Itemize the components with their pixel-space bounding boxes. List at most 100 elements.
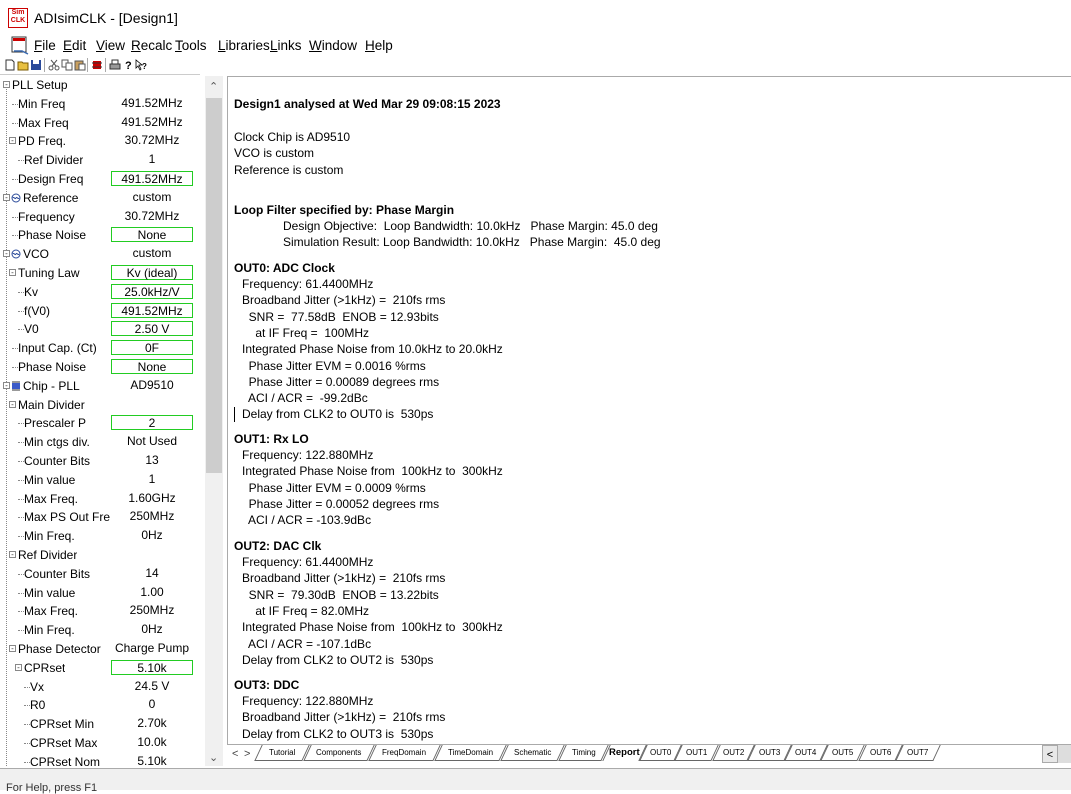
tree-row-max-freq[interactable]: Max Freq. 250MHz: [0, 602, 205, 621]
menu-links[interactable]: Links: [270, 38, 302, 53]
tree-row-min-value[interactable]: Min value 1: [0, 471, 205, 490]
menu-help[interactable]: Help: [365, 38, 393, 53]
report-line: ACI / ACR = -107.1dBc: [242, 636, 372, 651]
tree-row-min-freq[interactable]: Min Freq. 0Hz: [0, 527, 205, 546]
tree-row-max-freq[interactable]: Max Freq 491.52MHz: [0, 114, 205, 133]
tab-next-icon[interactable]: >: [244, 748, 250, 760]
editable-value-field[interactable]: None: [111, 359, 193, 374]
tree-row-cprset-min[interactable]: CPRset Min 2.70k: [0, 715, 205, 734]
tab-tutorial[interactable]: Tutorial: [254, 745, 310, 761]
menu-tools[interactable]: Tools: [175, 38, 207, 53]
tree-label: Chip - PLL: [23, 378, 80, 393]
cut-icon[interactable]: [48, 59, 60, 71]
tab-timing[interactable]: Timing: [558, 745, 609, 761]
collapse-icon[interactable]: -: [3, 81, 10, 89]
collapse-icon[interactable]: -: [3, 381, 10, 389]
save-icon[interactable]: [30, 59, 42, 71]
tree-vertical-scrollbar[interactable]: ⌃ ⌄: [205, 76, 223, 766]
menu-view[interactable]: View: [96, 38, 125, 53]
tab-schematic[interactable]: Schematic: [500, 745, 565, 761]
tree-row-r0[interactable]: R0 0: [0, 696, 205, 715]
tree-row-vx[interactable]: Vx 24.5 V: [0, 678, 205, 697]
tree-row-ref-divider[interactable]: Ref Divider 1: [0, 151, 205, 170]
tree-row-kv[interactable]: Kv 25.0kHz/V: [0, 283, 205, 302]
tree-row-prescaler-p[interactable]: Prescaler P 2: [0, 414, 205, 433]
editable-value-field[interactable]: 5.10k: [111, 659, 193, 675]
collapse-icon[interactable]: -: [9, 551, 16, 559]
chip-icon[interactable]: [91, 59, 103, 71]
editable-value-field[interactable]: 2: [111, 415, 193, 431]
menu-libraries[interactable]: Libraries: [218, 38, 270, 53]
context-help-icon[interactable]: ?: [135, 59, 147, 71]
print-icon[interactable]: [109, 59, 121, 71]
tree-row-input-cap-ct[interactable]: Input Cap. (Ct) 0F: [0, 339, 205, 358]
tree-row-cprset-nom[interactable]: CPRset Nom 5.10k: [0, 753, 205, 766]
tree-row-pll-setup[interactable]: - PLL Setup: [0, 76, 205, 95]
tree-row-cprset-max[interactable]: CPRset Max 10.0k: [0, 734, 205, 753]
tree-row-min-freq[interactable]: Min Freq 491.52MHz: [0, 95, 205, 114]
editable-value-field[interactable]: None: [111, 227, 193, 243]
tree-row-frequency[interactable]: Frequency 30.72MHz: [0, 208, 205, 227]
tree-row-min-freq[interactable]: Min Freq. 0Hz: [0, 621, 205, 640]
tree-row-phase-noise[interactable]: Phase Noise None: [0, 358, 205, 377]
scrollbar-thumb[interactable]: [206, 98, 222, 473]
collapse-icon[interactable]: -: [9, 269, 16, 277]
new-icon[interactable]: [4, 59, 16, 71]
tree-row-counter-bits[interactable]: Counter Bits 13: [0, 452, 205, 471]
help-icon[interactable]: ?: [122, 59, 134, 71]
menu-window[interactable]: Window: [309, 38, 357, 53]
tree-row-v0[interactable]: V0 2.50 V: [0, 320, 205, 339]
tab-freqdomain[interactable]: FreqDomain: [368, 745, 441, 761]
tree-label: CPRset Max: [30, 736, 98, 750]
editable-value-field[interactable]: Kv (ideal): [111, 265, 193, 280]
tab-out7[interactable]: OUT7: [895, 745, 941, 761]
menu-file[interactable]: File: [34, 38, 56, 53]
tree-row-min-value[interactable]: Min value 1.00: [0, 584, 205, 603]
tree-row-tuning-law[interactable]: - Tuning Law Kv (ideal): [0, 264, 205, 283]
tree-row-main-divider[interactable]: - Main Divider: [0, 396, 205, 415]
horizontal-scrollbar[interactable]: [1058, 745, 1071, 763]
tree-row-counter-bits[interactable]: Counter Bits 14: [0, 565, 205, 584]
open-icon[interactable]: [17, 59, 29, 71]
collapse-icon[interactable]: -: [15, 663, 22, 671]
tree-row-max-freq[interactable]: Max Freq. 1.60GHz: [0, 490, 205, 509]
access-key: L: [218, 38, 226, 53]
tree-row-pd-freq[interactable]: - PD Freq. 30.72MHz: [0, 132, 205, 151]
editable-value-field[interactable]: 491.52MHz: [111, 171, 193, 186]
menu-recalc[interactable]: Recalc: [131, 38, 172, 53]
tab-timedomain[interactable]: TimeDomain: [434, 745, 507, 761]
tree-row-max-ps-out-freq[interactable]: Max PS Out Freq 250MHz: [0, 508, 205, 527]
tree-value: 1: [148, 471, 156, 486]
tree-row-cprset[interactable]: - CPRset 5.10k: [0, 659, 205, 678]
tree-row-min-ctgs-div[interactable]: Min ctgs div. Not Used: [0, 433, 205, 452]
tree-row-chip-pll[interactable]: - Chip - PLL AD9510: [0, 377, 205, 396]
editable-value-field[interactable]: 491.52MHz: [111, 302, 193, 318]
editable-value-field[interactable]: 2.50 V: [111, 321, 193, 337]
collapse-icon[interactable]: -: [9, 645, 16, 653]
editable-value-field[interactable]: 25.0kHz/V: [111, 283, 193, 299]
tab-components[interactable]: Components: [303, 745, 375, 761]
adisimclk-app-icon[interactable]: Sim CLK: [8, 8, 28, 28]
tree-row-f-v0[interactable]: f(V0) 491.52MHz: [0, 302, 205, 321]
paste-icon[interactable]: [74, 59, 86, 71]
menu-edit[interactable]: Edit: [63, 38, 86, 53]
tree-row-reference[interactable]: - Reference custom: [0, 189, 205, 208]
editable-value-field[interactable]: 0F: [111, 340, 193, 356]
tree-row-phase-detector[interactable]: - Phase Detector Charge Pump: [0, 640, 205, 659]
tree-row-phase-noise[interactable]: Phase Noise None: [0, 226, 205, 245]
collapse-icon[interactable]: -: [9, 400, 16, 408]
tree-row-ref-divider[interactable]: - Ref Divider: [0, 546, 205, 565]
copy-icon[interactable]: [61, 59, 73, 71]
collapse-icon[interactable]: -: [3, 193, 10, 201]
tab-prev-icon[interactable]: <: [232, 748, 238, 760]
scroll-down-icon[interactable]: ⌄: [209, 751, 218, 764]
tree-row-design-freq[interactable]: Design Freq 491.52MHz: [0, 170, 205, 189]
scroll-up-icon[interactable]: ⌃: [209, 80, 218, 93]
document-menu-icon[interactable]: [10, 36, 32, 56]
collapse-icon[interactable]: -: [3, 250, 10, 258]
scroll-left-icon[interactable]: <: [1042, 745, 1058, 763]
collapse-icon[interactable]: -: [9, 137, 16, 145]
tree-row-vco[interactable]: - VCO custom: [0, 245, 205, 264]
access-key: H: [365, 38, 375, 53]
tab-label: OUT3: [758, 748, 781, 757]
